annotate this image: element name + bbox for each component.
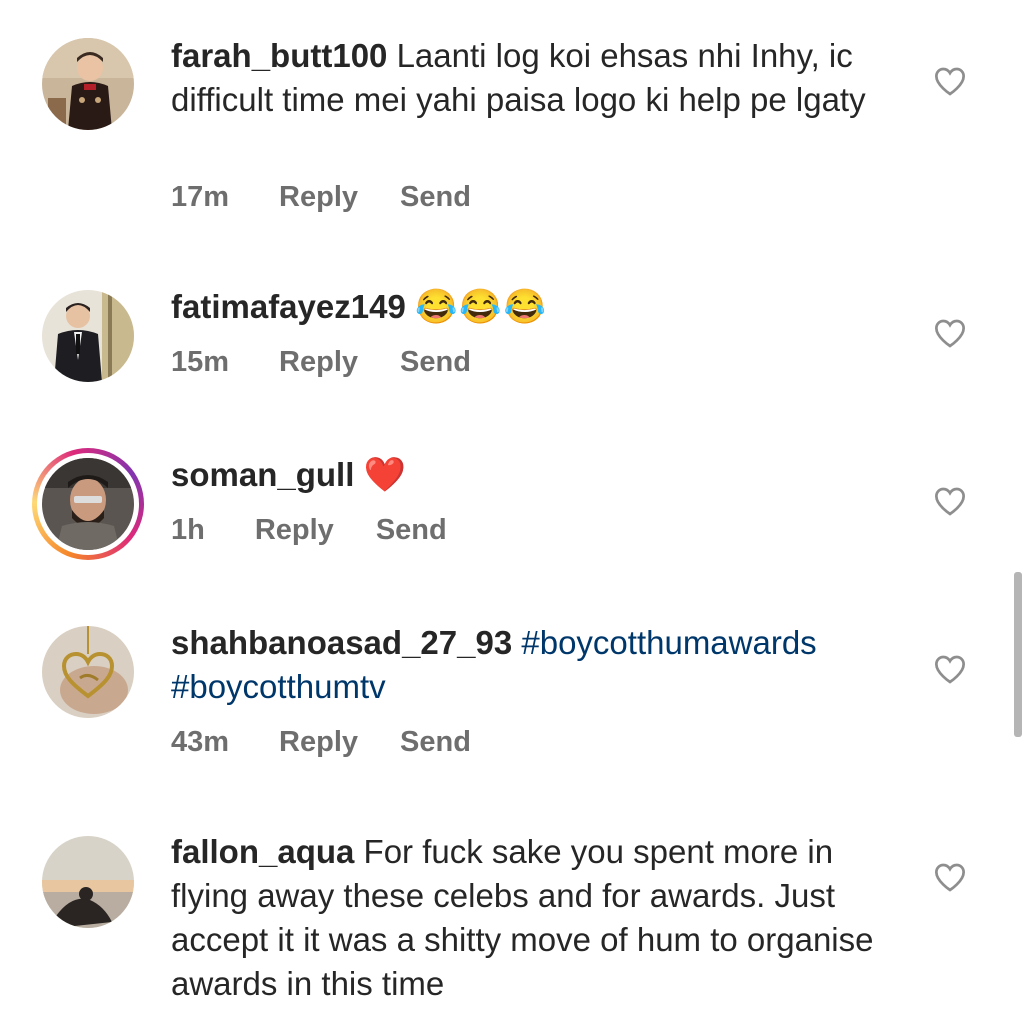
send-button[interactable]: Send: [400, 345, 471, 379]
reply-button[interactable]: Reply: [255, 513, 334, 547]
send-button[interactable]: Send: [400, 725, 471, 759]
avatar[interactable]: [42, 626, 134, 718]
comment-actions: 15m Reply Send: [171, 345, 471, 379]
avatar[interactable]: [42, 290, 134, 382]
heart-outline-icon[interactable]: [933, 654, 967, 684]
comment-timestamp: 17m: [171, 181, 230, 213]
comment-text-block: fallon_aqua For fuck sake you spent more…: [171, 830, 891, 1006]
reply-button[interactable]: Reply: [279, 180, 358, 214]
comment-actions: 43m Reply Send: [171, 725, 471, 759]
comment-timestamp: 43m: [171, 726, 230, 758]
comment-text-block: farah_butt100 Laanti log koi ehsas nhi I…: [171, 34, 891, 122]
heart-outline-icon[interactable]: [933, 318, 967, 348]
avatar[interactable]: [42, 458, 134, 550]
scrollbar-thumb[interactable]: [1014, 572, 1022, 737]
story-ring[interactable]: [32, 448, 144, 560]
comment-timestamp: 15m: [171, 346, 230, 378]
comment-timestamp: 1h: [171, 514, 205, 546]
send-button[interactable]: Send: [376, 513, 447, 547]
comment-text-block: shahbanoasad_27_93 #boycotthumawards #bo…: [171, 621, 891, 709]
comment-username[interactable]: shahbanoasad_27_93: [171, 624, 512, 661]
comment-actions: 1h Reply Send: [171, 513, 447, 547]
avatar[interactable]: [42, 38, 134, 130]
comment-username[interactable]: soman_gull: [171, 456, 354, 493]
comment-username[interactable]: farah_butt100: [171, 37, 387, 74]
comment-username[interactable]: fallon_aqua: [171, 833, 354, 870]
reply-button[interactable]: Reply: [279, 725, 358, 759]
avatar[interactable]: [42, 836, 134, 928]
comment-actions: 17m Reply Send: [171, 180, 471, 214]
comment-body: 😂😂😂: [414, 288, 548, 326]
heart-outline-icon[interactable]: [933, 862, 967, 892]
heart-outline-icon[interactable]: [933, 486, 967, 516]
reply-button[interactable]: Reply: [279, 345, 358, 379]
comment-body: ❤️: [363, 456, 408, 494]
heart-outline-icon[interactable]: [933, 66, 967, 96]
send-button[interactable]: Send: [400, 180, 471, 214]
comment-username[interactable]: fatimafayez149: [171, 288, 406, 325]
comment-text-block: soman_gull ❤️: [171, 453, 891, 497]
comment-text-block: fatimafayez149 😂😂😂: [171, 285, 891, 329]
